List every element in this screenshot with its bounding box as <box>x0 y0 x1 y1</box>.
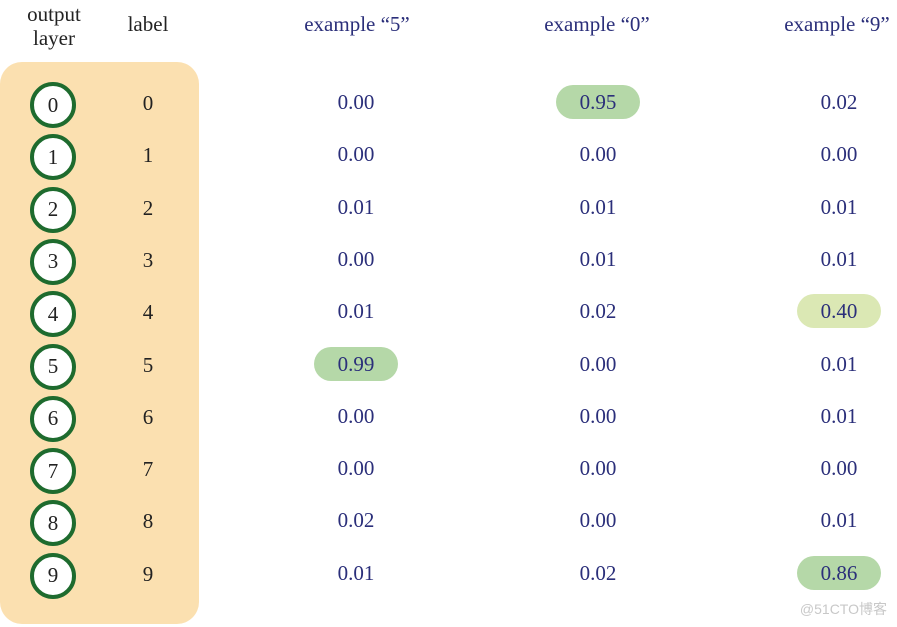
probability-value: 0.00 <box>337 142 375 167</box>
output-node-circle: 2 <box>30 186 76 233</box>
probability-value: 0.00 <box>579 456 617 481</box>
output-node-circle: 5 <box>30 343 76 390</box>
probability-value: 0.02 <box>579 560 617 585</box>
class-label: 6 <box>142 404 154 429</box>
table-row: 2 2 0.01 0.01 0.01 <box>0 183 897 235</box>
highlighted-probability: 0.40 <box>797 294 881 329</box>
probability-value: 0.00 <box>820 142 858 167</box>
table-row: 0 0 0.00 0.95 0.02 <box>0 78 897 130</box>
probability-value: 0.00 <box>337 456 375 481</box>
class-label: 7 <box>142 457 154 482</box>
output-layer-header: output layer <box>14 2 94 50</box>
probability-value: 0.01 <box>820 246 858 271</box>
probability-value: 0.01 <box>337 194 375 219</box>
output-node-circle: 9 <box>30 552 76 599</box>
output-node-circle: 6 <box>30 395 76 442</box>
class-label: 3 <box>142 247 154 272</box>
probability-value: 0.01 <box>820 194 858 219</box>
example-0-header: example “0” <box>544 12 650 36</box>
class-label: 2 <box>142 195 154 220</box>
probability-value: 0.00 <box>579 142 617 167</box>
probability-value: 0.00 <box>337 403 375 428</box>
probability-value: 0.00 <box>820 456 858 481</box>
table-row: 6 6 0.00 0.00 0.01 <box>0 392 897 444</box>
label-header: label <box>127 12 169 36</box>
table-row: 7 7 0.00 0.00 0.00 <box>0 444 897 496</box>
class-label: 5 <box>142 352 154 377</box>
example-5-header: example “5” <box>304 12 410 36</box>
table-row: 4 4 0.01 0.02 0.40 <box>0 287 897 339</box>
output-node-circle: 1 <box>30 134 76 181</box>
probability-value: 0.01 <box>337 299 375 324</box>
class-label: 9 <box>142 561 154 586</box>
table-row: 3 3 0.00 0.01 0.01 <box>0 235 897 287</box>
output-node-circle: 3 <box>30 238 76 285</box>
output-layer-header-line2: layer <box>33 26 75 50</box>
class-label: 4 <box>142 300 154 325</box>
output-layer-header-line1: output <box>27 2 81 26</box>
probability-value: 0.01 <box>820 508 858 533</box>
probability-value: 0.00 <box>579 403 617 428</box>
watermark: @51CTO博客 <box>799 601 887 617</box>
example-9-header: example “9” <box>784 12 890 36</box>
probability-value: 0.00 <box>579 351 617 376</box>
output-node-circle: 0 <box>30 82 76 128</box>
highlighted-probability: 0.95 <box>556 85 640 119</box>
probability-value: 0.00 <box>337 246 375 271</box>
class-label: 0 <box>142 91 154 115</box>
output-node-circle: 4 <box>30 291 76 338</box>
probability-value: 0.01 <box>579 194 617 219</box>
class-label: 1 <box>142 143 154 168</box>
probability-value: 0.00 <box>337 90 375 114</box>
probability-value: 0.02 <box>820 90 858 114</box>
probability-value: 0.02 <box>337 508 375 533</box>
output-node-circle: 7 <box>30 448 76 495</box>
probability-value: 0.01 <box>820 351 858 376</box>
probability-value: 0.02 <box>579 299 617 324</box>
class-label: 8 <box>142 509 154 534</box>
highlighted-probability: 0.99 <box>314 346 398 381</box>
probability-value: 0.01 <box>579 246 617 271</box>
probability-value: 0.01 <box>337 560 375 585</box>
table-row: 5 5 0.99 0.00 0.01 <box>0 340 897 392</box>
table-row: 9 9 0.01 0.02 0.86 <box>0 549 897 601</box>
table-row: 8 8 0.02 0.00 0.01 <box>0 496 897 548</box>
table-row: 1 1 0.00 0.00 0.00 <box>0 130 897 182</box>
output-node-circle: 8 <box>30 500 76 547</box>
highlighted-probability: 0.86 <box>797 555 881 590</box>
probability-value: 0.01 <box>820 403 858 428</box>
probability-value: 0.00 <box>579 508 617 533</box>
